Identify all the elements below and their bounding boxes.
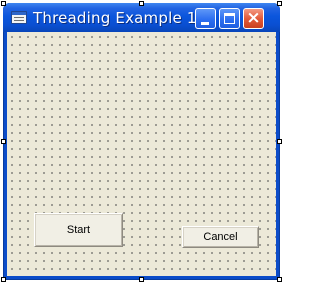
window-titlebar[interactable]: Threading Example 1 × [3,3,280,32]
bottom-right-resize-handle[interactable] [277,277,282,282]
screenshot-page: Threading Example 1 × Start Cancel [0,0,283,283]
application-icon [11,11,27,24]
start-button[interactable]: Start [34,213,123,247]
minimize-button[interactable] [195,8,216,29]
top-center-resize-handle[interactable] [139,1,144,6]
close-icon: × [246,8,261,28]
bottom-left-resize-handle[interactable] [1,277,6,282]
bottom-center-resize-handle[interactable] [139,277,144,282]
close-button[interactable]: × [243,8,264,29]
maximize-icon [224,13,235,24]
cancel-button[interactable]: Cancel [182,226,259,248]
maximize-button[interactable] [219,8,240,29]
top-right-resize-handle[interactable] [277,1,282,6]
middle-left-resize-handle[interactable] [1,139,6,144]
top-left-resize-handle[interactable] [1,1,6,6]
window-title: Threading Example 1 [33,9,197,27]
form-design-surface[interactable]: Start Cancel [7,32,276,276]
middle-right-resize-handle[interactable] [277,139,282,144]
threading-example-window[interactable]: Threading Example 1 × Start Cancel [3,3,280,280]
minimize-icon [201,22,209,25]
